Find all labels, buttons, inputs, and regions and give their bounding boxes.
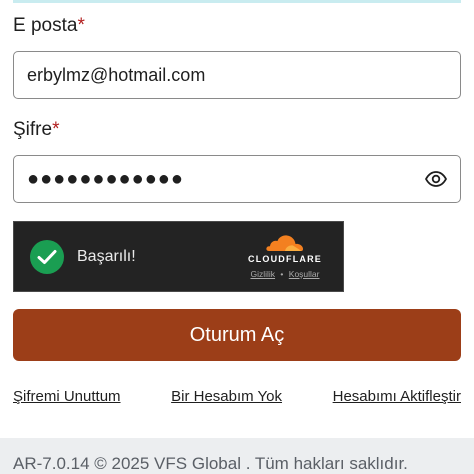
forgot-password-link[interactable]: Şifremi Unuttum	[13, 388, 121, 405]
email-label: E posta*	[13, 15, 85, 37]
top-banner-edge	[13, 0, 461, 3]
password-masked-value: ●●●●●●●●●●●●	[27, 167, 184, 190]
eye-icon[interactable]	[425, 171, 447, 187]
email-value: erbylmz@hotmail.com	[27, 64, 206, 85]
cloudflare-logo-icon	[266, 235, 304, 251]
email-field[interactable]: erbylmz@hotmail.com	[13, 51, 461, 99]
privacy-link[interactable]: Gizlilik	[250, 269, 275, 279]
terms-link[interactable]: Koşullar	[289, 269, 320, 279]
cloudflare-links: Gizlilik • Koşullar	[250, 269, 319, 279]
password-label-text: Şifre	[13, 119, 53, 140]
cloudflare-branding: CLOUDFLARE Gizlilik • Koşullar	[243, 234, 327, 279]
password-field[interactable]: ●●●●●●●●●●●●	[13, 155, 461, 203]
login-page: E posta* erbylmz@hotmail.com Şifre* ●●●●…	[0, 0, 474, 474]
copyright-text: AR-7.0.14 © 2025 VFS Global . Tüm haklar…	[13, 454, 408, 473]
email-label-text: E posta	[13, 15, 78, 36]
cloudflare-wordmark: CLOUDFLARE	[248, 254, 322, 264]
account-links: Şifremi Unuttum Bir Hesabım Yok Hesabımı…	[13, 388, 461, 405]
footer: AR-7.0.14 © 2025 VFS Global . Tüm haklar…	[0, 438, 474, 474]
login-button[interactable]: Oturum Aç	[13, 309, 461, 361]
email-required-mark: *	[77, 15, 85, 36]
captcha-widget[interactable]: Başarılı! CLOUDFLARE Gizlilik • Koşullar	[13, 221, 344, 292]
password-required-mark: *	[52, 119, 60, 140]
no-account-link[interactable]: Bir Hesabım Yok	[171, 388, 282, 405]
captcha-status: Başarılı!	[77, 247, 136, 265]
activate-account-link[interactable]: Hesabımı Aktifleştir	[333, 388, 461, 405]
password-label: Şifre*	[13, 119, 59, 141]
link-separator: •	[280, 269, 284, 279]
check-icon	[30, 239, 64, 274]
